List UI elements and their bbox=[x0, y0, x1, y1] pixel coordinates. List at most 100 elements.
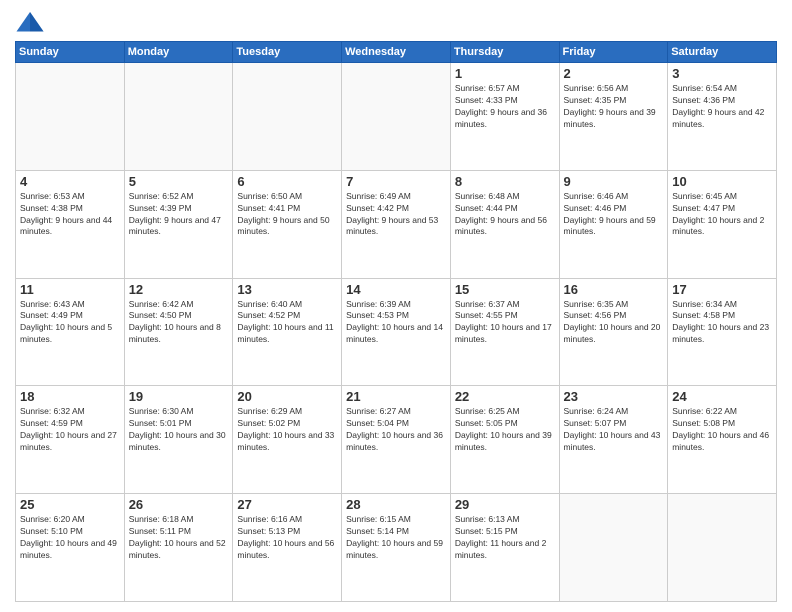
calendar-cell: 7 Sunrise: 6:49 AM Sunset: 4:42 PM Dayli… bbox=[342, 170, 451, 278]
calendar-cell: 4 Sunrise: 6:53 AM Sunset: 4:38 PM Dayli… bbox=[16, 170, 125, 278]
day-number: 22 bbox=[455, 389, 555, 404]
cell-text: Sunrise: 6:53 AM Sunset: 4:38 PM Dayligh… bbox=[20, 191, 120, 239]
cell-text: Sunrise: 6:27 AM Sunset: 5:04 PM Dayligh… bbox=[346, 406, 446, 454]
cell-text: Sunrise: 6:39 AM Sunset: 4:53 PM Dayligh… bbox=[346, 299, 446, 347]
calendar-cell: 15 Sunrise: 6:37 AM Sunset: 4:55 PM Dayl… bbox=[450, 278, 559, 386]
cell-text: Sunrise: 6:49 AM Sunset: 4:42 PM Dayligh… bbox=[346, 191, 446, 239]
calendar-cell: 26 Sunrise: 6:18 AM Sunset: 5:11 PM Dayl… bbox=[124, 494, 233, 602]
cell-text: Sunrise: 6:45 AM Sunset: 4:47 PM Dayligh… bbox=[672, 191, 772, 239]
day-number: 19 bbox=[129, 389, 229, 404]
day-number: 21 bbox=[346, 389, 446, 404]
calendar-cell: 14 Sunrise: 6:39 AM Sunset: 4:53 PM Dayl… bbox=[342, 278, 451, 386]
day-number: 15 bbox=[455, 282, 555, 297]
cell-text: Sunrise: 6:54 AM Sunset: 4:36 PM Dayligh… bbox=[672, 83, 772, 131]
weekday-header-row: SundayMondayTuesdayWednesdayThursdayFrid… bbox=[16, 42, 777, 63]
calendar-cell: 8 Sunrise: 6:48 AM Sunset: 4:44 PM Dayli… bbox=[450, 170, 559, 278]
calendar-cell: 5 Sunrise: 6:52 AM Sunset: 4:39 PM Dayli… bbox=[124, 170, 233, 278]
day-number: 18 bbox=[20, 389, 120, 404]
cell-text: Sunrise: 6:30 AM Sunset: 5:01 PM Dayligh… bbox=[129, 406, 229, 454]
calendar-cell: 19 Sunrise: 6:30 AM Sunset: 5:01 PM Dayl… bbox=[124, 386, 233, 494]
calendar-cell: 16 Sunrise: 6:35 AM Sunset: 4:56 PM Dayl… bbox=[559, 278, 668, 386]
calendar-cell: 3 Sunrise: 6:54 AM Sunset: 4:36 PM Dayli… bbox=[668, 63, 777, 171]
cell-text: Sunrise: 6:43 AM Sunset: 4:49 PM Dayligh… bbox=[20, 299, 120, 347]
cell-text: Sunrise: 6:22 AM Sunset: 5:08 PM Dayligh… bbox=[672, 406, 772, 454]
calendar-cell: 13 Sunrise: 6:40 AM Sunset: 4:52 PM Dayl… bbox=[233, 278, 342, 386]
day-number: 27 bbox=[237, 497, 337, 512]
calendar-cell bbox=[559, 494, 668, 602]
calendar-cell: 6 Sunrise: 6:50 AM Sunset: 4:41 PM Dayli… bbox=[233, 170, 342, 278]
calendar-header: SundayMondayTuesdayWednesdayThursdayFrid… bbox=[16, 42, 777, 63]
calendar-week-1: 1 Sunrise: 6:57 AM Sunset: 4:33 PM Dayli… bbox=[16, 63, 777, 171]
day-number: 14 bbox=[346, 282, 446, 297]
calendar-cell bbox=[233, 63, 342, 171]
cell-text: Sunrise: 6:52 AM Sunset: 4:39 PM Dayligh… bbox=[129, 191, 229, 239]
calendar-week-3: 11 Sunrise: 6:43 AM Sunset: 4:49 PM Dayl… bbox=[16, 278, 777, 386]
calendar-body: 1 Sunrise: 6:57 AM Sunset: 4:33 PM Dayli… bbox=[16, 63, 777, 602]
cell-text: Sunrise: 6:32 AM Sunset: 4:59 PM Dayligh… bbox=[20, 406, 120, 454]
cell-text: Sunrise: 6:57 AM Sunset: 4:33 PM Dayligh… bbox=[455, 83, 555, 131]
day-number: 28 bbox=[346, 497, 446, 512]
cell-text: Sunrise: 6:16 AM Sunset: 5:13 PM Dayligh… bbox=[237, 514, 337, 562]
day-number: 25 bbox=[20, 497, 120, 512]
calendar-cell: 12 Sunrise: 6:42 AM Sunset: 4:50 PM Dayl… bbox=[124, 278, 233, 386]
calendar-cell: 24 Sunrise: 6:22 AM Sunset: 5:08 PM Dayl… bbox=[668, 386, 777, 494]
calendar-cell: 25 Sunrise: 6:20 AM Sunset: 5:10 PM Dayl… bbox=[16, 494, 125, 602]
calendar-cell: 27 Sunrise: 6:16 AM Sunset: 5:13 PM Dayl… bbox=[233, 494, 342, 602]
cell-text: Sunrise: 6:13 AM Sunset: 5:15 PM Dayligh… bbox=[455, 514, 555, 562]
calendar-cell bbox=[668, 494, 777, 602]
calendar-cell bbox=[342, 63, 451, 171]
weekday-header-tuesday: Tuesday bbox=[233, 42, 342, 63]
cell-text: Sunrise: 6:18 AM Sunset: 5:11 PM Dayligh… bbox=[129, 514, 229, 562]
cell-text: Sunrise: 6:29 AM Sunset: 5:02 PM Dayligh… bbox=[237, 406, 337, 454]
day-number: 24 bbox=[672, 389, 772, 404]
cell-text: Sunrise: 6:46 AM Sunset: 4:46 PM Dayligh… bbox=[564, 191, 664, 239]
logo-icon bbox=[15, 10, 45, 35]
cell-text: Sunrise: 6:56 AM Sunset: 4:35 PM Dayligh… bbox=[564, 83, 664, 131]
weekday-header-monday: Monday bbox=[124, 42, 233, 63]
cell-text: Sunrise: 6:25 AM Sunset: 5:05 PM Dayligh… bbox=[455, 406, 555, 454]
day-number: 13 bbox=[237, 282, 337, 297]
calendar-cell bbox=[124, 63, 233, 171]
day-number: 11 bbox=[20, 282, 120, 297]
calendar-week-4: 18 Sunrise: 6:32 AM Sunset: 4:59 PM Dayl… bbox=[16, 386, 777, 494]
day-number: 3 bbox=[672, 66, 772, 81]
day-number: 16 bbox=[564, 282, 664, 297]
day-number: 10 bbox=[672, 174, 772, 189]
day-number: 9 bbox=[564, 174, 664, 189]
day-number: 26 bbox=[129, 497, 229, 512]
day-number: 1 bbox=[455, 66, 555, 81]
cell-text: Sunrise: 6:42 AM Sunset: 4:50 PM Dayligh… bbox=[129, 299, 229, 347]
day-number: 12 bbox=[129, 282, 229, 297]
weekday-header-sunday: Sunday bbox=[16, 42, 125, 63]
calendar-week-5: 25 Sunrise: 6:20 AM Sunset: 5:10 PM Dayl… bbox=[16, 494, 777, 602]
calendar-cell: 20 Sunrise: 6:29 AM Sunset: 5:02 PM Dayl… bbox=[233, 386, 342, 494]
day-number: 5 bbox=[129, 174, 229, 189]
page: SundayMondayTuesdayWednesdayThursdayFrid… bbox=[0, 0, 792, 612]
calendar-cell: 10 Sunrise: 6:45 AM Sunset: 4:47 PM Dayl… bbox=[668, 170, 777, 278]
logo bbox=[15, 10, 48, 35]
cell-text: Sunrise: 6:15 AM Sunset: 5:14 PM Dayligh… bbox=[346, 514, 446, 562]
day-number: 29 bbox=[455, 497, 555, 512]
calendar-cell: 17 Sunrise: 6:34 AM Sunset: 4:58 PM Dayl… bbox=[668, 278, 777, 386]
cell-text: Sunrise: 6:48 AM Sunset: 4:44 PM Dayligh… bbox=[455, 191, 555, 239]
calendar-week-2: 4 Sunrise: 6:53 AM Sunset: 4:38 PM Dayli… bbox=[16, 170, 777, 278]
cell-text: Sunrise: 6:24 AM Sunset: 5:07 PM Dayligh… bbox=[564, 406, 664, 454]
header bbox=[15, 10, 777, 35]
day-number: 7 bbox=[346, 174, 446, 189]
calendar-cell bbox=[16, 63, 125, 171]
cell-text: Sunrise: 6:20 AM Sunset: 5:10 PM Dayligh… bbox=[20, 514, 120, 562]
weekday-header-saturday: Saturday bbox=[668, 42, 777, 63]
day-number: 6 bbox=[237, 174, 337, 189]
weekday-header-thursday: Thursday bbox=[450, 42, 559, 63]
day-number: 2 bbox=[564, 66, 664, 81]
calendar-cell: 2 Sunrise: 6:56 AM Sunset: 4:35 PM Dayli… bbox=[559, 63, 668, 171]
day-number: 4 bbox=[20, 174, 120, 189]
cell-text: Sunrise: 6:50 AM Sunset: 4:41 PM Dayligh… bbox=[237, 191, 337, 239]
calendar-cell: 23 Sunrise: 6:24 AM Sunset: 5:07 PM Dayl… bbox=[559, 386, 668, 494]
cell-text: Sunrise: 6:34 AM Sunset: 4:58 PM Dayligh… bbox=[672, 299, 772, 347]
cell-text: Sunrise: 6:37 AM Sunset: 4:55 PM Dayligh… bbox=[455, 299, 555, 347]
calendar-cell: 21 Sunrise: 6:27 AM Sunset: 5:04 PM Dayl… bbox=[342, 386, 451, 494]
weekday-header-wednesday: Wednesday bbox=[342, 42, 451, 63]
calendar-cell: 11 Sunrise: 6:43 AM Sunset: 4:49 PM Dayl… bbox=[16, 278, 125, 386]
day-number: 17 bbox=[672, 282, 772, 297]
